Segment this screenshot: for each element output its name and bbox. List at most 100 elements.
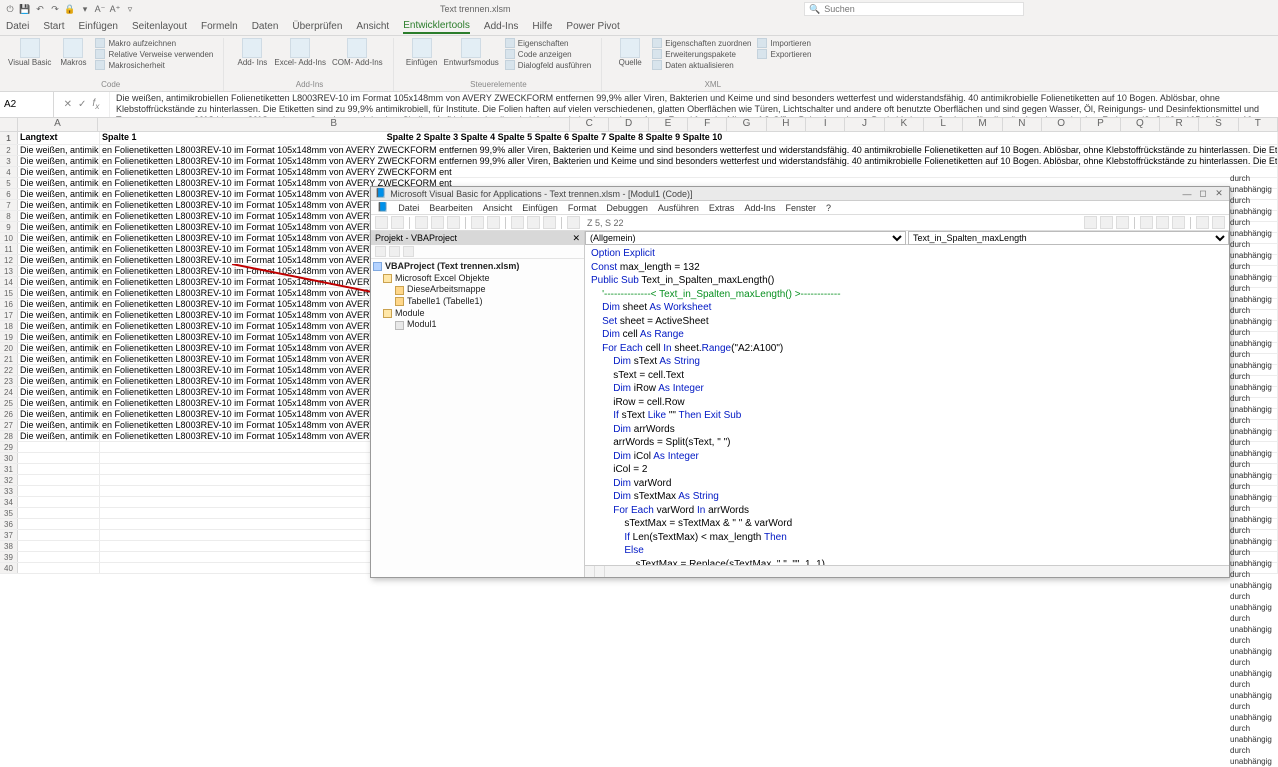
name-box[interactable]: A2 (0, 92, 54, 117)
cell[interactable] (18, 563, 100, 573)
row-header[interactable]: 26 (0, 409, 18, 419)
tab-add-ins[interactable]: Add-Ins (484, 21, 518, 32)
row-header[interactable]: 38 (0, 541, 18, 551)
tab-power pivot[interactable]: Power Pivot (566, 21, 619, 32)
font-dec-icon[interactable]: A⁻ (94, 3, 106, 15)
cell[interactable]: Die weißen, antimikrobiell (18, 387, 100, 397)
tree-module[interactable]: Modul1 (373, 319, 582, 331)
column-header-D[interactable]: D (609, 118, 648, 131)
tb-copy-icon[interactable] (431, 216, 444, 229)
cell[interactable]: Die weißen, antimikrobiell (18, 332, 100, 342)
row-header[interactable]: 19 (0, 332, 18, 342)
row-header[interactable]: 25 (0, 398, 18, 408)
import-button[interactable]: Importieren (757, 38, 811, 48)
redo-icon[interactable]: ↷ (49, 3, 61, 15)
row-header[interactable]: 30 (0, 453, 18, 463)
cell[interactable]: Die weißen, antimikrobiell (18, 299, 100, 309)
column-header-Q[interactable]: Q (1121, 118, 1160, 131)
row-header[interactable]: 29 (0, 442, 18, 452)
tb-redo-icon[interactable] (487, 216, 500, 229)
tab-daten[interactable]: Daten (252, 21, 279, 32)
com-addins-button[interactable]: COM- Add-Ins (332, 38, 383, 68)
vba-titlebar[interactable]: 📘 Microsoft Visual Basic for Application… (371, 187, 1229, 201)
cell[interactable] (18, 453, 100, 463)
macro-security-button[interactable]: Makrosicherheit (95, 60, 213, 70)
vba-menu-bearbeiten[interactable]: Bearbeiten (429, 203, 473, 213)
tab-ansicht[interactable]: Ansicht (356, 21, 389, 32)
cell[interactable]: Die weißen, antimikrobiell (18, 156, 100, 166)
cell[interactable]: Die weißen, antimikrobiell (18, 310, 100, 320)
tb-misc5-icon[interactable] (1156, 216, 1169, 229)
cell[interactable]: Spalte 1 Spalte 2 Spalte 3 Spalte 4 Spal… (100, 132, 1278, 144)
row-header[interactable]: 22 (0, 365, 18, 375)
cell[interactable]: Die weißen, antimikrobiell (18, 431, 100, 441)
row-header[interactable]: 23 (0, 376, 18, 386)
cell[interactable]: en Folienetiketten L8003REV-10 im Format… (100, 156, 1278, 166)
tb-save-icon[interactable] (391, 216, 404, 229)
cell[interactable]: Die weißen, antimikrobiell (18, 288, 100, 298)
table-row[interactable]: 2Die weißen, antimikrobiellen Folienetik… (0, 145, 1278, 156)
tb-paste-icon[interactable] (447, 216, 460, 229)
row-header[interactable]: 39 (0, 552, 18, 562)
map-props-button[interactable]: Eigenschaften zuordnen (652, 38, 751, 48)
view-object-icon[interactable] (389, 246, 400, 257)
cell[interactable]: Die weißen, antimikrobiell (18, 365, 100, 375)
code-editor[interactable]: Option ExplicitConst max_length = 132Pub… (585, 245, 1229, 565)
row-header[interactable]: 9 (0, 222, 18, 232)
vba-menu-datei[interactable]: Datei (398, 203, 419, 213)
vba-menu-extras[interactable]: Extras (709, 203, 735, 213)
tb-misc1-icon[interactable] (1084, 216, 1097, 229)
cell[interactable] (18, 475, 100, 485)
row-header[interactable]: 18 (0, 321, 18, 331)
row-header[interactable]: 13 (0, 266, 18, 276)
row-header[interactable]: 32 (0, 475, 18, 485)
column-header-M[interactable]: M (963, 118, 1002, 131)
export-button[interactable]: Exportieren (757, 49, 811, 59)
project-explorer[interactable]: Projekt - VBAProject✕ VBAProject (Text t… (371, 231, 585, 577)
tb-view-icon[interactable] (375, 216, 388, 229)
tb-misc3-icon[interactable] (1116, 216, 1129, 229)
dropdown-icon[interactable]: ▿ (124, 3, 136, 15)
vba-menu-ansicht[interactable]: Ansicht (483, 203, 513, 213)
vba-menu-add-ins[interactable]: Add-Ins (744, 203, 775, 213)
code-pane[interactable]: (Allgemein) Text_in_Spalten_maxLength Op… (585, 231, 1229, 577)
row-header[interactable]: 36 (0, 519, 18, 529)
vba-menu-bar[interactable]: 📘DateiBearbeitenAnsichtEinfügenFormatDeb… (371, 201, 1229, 215)
cell[interactable]: Die weißen, antimikrobiell (18, 321, 100, 331)
column-header-G[interactable]: G (727, 118, 766, 131)
properties-button[interactable]: Eigenschaften (505, 38, 591, 48)
tb-run-icon[interactable] (511, 216, 524, 229)
design-mode-button[interactable]: Entwurfsmodus (444, 38, 499, 68)
procedure-dropdown[interactable]: Text_in_Spalten_maxLength (908, 231, 1229, 245)
row-header[interactable]: 4 (0, 167, 18, 177)
view-code-button[interactable]: Code anzeigen (505, 49, 591, 59)
insert-control-button[interactable]: Einfügen (406, 38, 438, 68)
vba-menu-fenster[interactable]: Fenster (785, 203, 816, 213)
tb-misc8-icon[interactable] (1212, 216, 1225, 229)
fx-icon[interactable]: fx (92, 98, 99, 111)
row-header[interactable]: 35 (0, 508, 18, 518)
cell[interactable] (18, 486, 100, 496)
cell[interactable]: en Folienetiketten L8003REV-10 im Format… (100, 145, 1278, 155)
tell-me-search[interactable]: 🔍 (804, 2, 1024, 16)
column-header-K[interactable]: K (885, 118, 924, 131)
cell[interactable]: en Folienetiketten L8003REV-10 im Format… (100, 167, 1278, 177)
procedure-view-icon[interactable] (585, 566, 595, 577)
tree-workbook[interactable]: DieseArbeitsmappe (373, 284, 582, 296)
row-header[interactable]: 24 (0, 387, 18, 397)
expansion-packs-button[interactable]: Erweiterungspakete (652, 49, 751, 59)
cell[interactable] (18, 464, 100, 474)
project-tree[interactable]: VBAProject (Text trennen.xlsm) Microsoft… (371, 259, 584, 577)
vba-menu-?[interactable]: ? (826, 203, 831, 213)
object-dropdown[interactable]: (Allgemein) (585, 231, 906, 245)
tb-misc2-icon[interactable] (1100, 216, 1113, 229)
tab-überprüfen[interactable]: Überprüfen (292, 21, 342, 32)
cell[interactable]: Die weißen, antimikrobiell (18, 255, 100, 265)
column-header-P[interactable]: P (1081, 118, 1120, 131)
row-header[interactable]: 31 (0, 464, 18, 474)
table-row[interactable]: 4Die weißen, antimikrobiellen Folienetik… (0, 167, 1278, 178)
cell[interactable]: Die weißen, antimikrobiell (18, 222, 100, 232)
cell[interactable]: Die weißen, antimikrobiell (18, 376, 100, 386)
vba-toolbar[interactable]: Z 5, S 22 (371, 215, 1229, 231)
column-header-B[interactable]: B (98, 118, 570, 131)
